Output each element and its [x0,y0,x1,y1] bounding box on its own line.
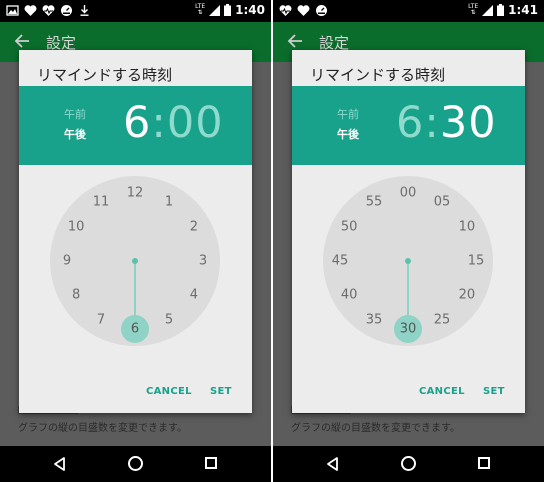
clock-number[interactable]: 2 [190,221,198,234]
battery-icon [224,4,232,16]
heart-notification-icon [297,5,310,16]
minute-display[interactable]: 30 [440,98,497,148]
settings-item-description: グラフの縦の目盛数を変更できます。 [18,423,187,434]
dialog-title: リマインドする時刻 [37,66,173,84]
battery-icon [497,4,505,16]
minute-display[interactable]: 00 [167,98,224,148]
time-header: 午前 午後 6:30 [292,86,525,165]
back-arrow-icon[interactable] [287,33,303,49]
clock-number[interactable]: 05 [434,196,451,209]
cancel-button[interactable]: CANCEL [146,386,192,397]
am-pm-selector: 午前 午後 [337,105,359,145]
network-indicator: LTE ⇅ [195,3,206,16]
clock-hand[interactable] [407,261,409,323]
clock-hand[interactable] [134,261,136,323]
clock-number[interactable]: 30 [400,323,417,336]
am-option[interactable]: 午前 [337,105,359,125]
cancel-button[interactable]: CANCEL [419,386,465,397]
clock-number[interactable]: 15 [468,255,485,268]
clock-number[interactable]: 25 [434,313,451,326]
hour-clock-face[interactable]: 12 1 2 3 4 5 6 7 8 9 10 11 [50,176,220,346]
time-header: 午前 午後 6:00 [19,86,252,165]
clock-number[interactable]: 35 [366,313,383,326]
clock-number[interactable]: 7 [97,313,105,326]
speedometer-notification-icon [316,5,327,16]
heart-rate-notification-icon [279,5,292,16]
status-bar: LTE ⇅ 1:40 [0,0,271,22]
hour-display[interactable]: 6 [396,98,424,148]
download-notification-icon [80,5,89,16]
dialog-title: リマインドする時刻 [310,66,446,84]
time-picker-dialog: リマインドする時刻 午前 午後 6:30 00 05 10 15 20 25 30 35 40 4… [292,50,525,413]
navigation-bar [0,446,271,482]
clock-center-dot [405,258,411,264]
clock-number[interactable]: 8 [72,289,80,302]
nav-back-icon[interactable] [52,456,68,472]
image-notification-icon [6,5,19,16]
time-display: 6:30 [396,96,497,150]
time-display: 6:00 [123,96,224,150]
am-pm-selector: 午前 午後 [64,105,86,145]
time-colon: : [151,98,167,148]
clock-number[interactable]: 40 [341,289,358,302]
clock-number[interactable]: 55 [366,196,383,209]
clock-number[interactable]: 10 [459,221,476,234]
clock-number[interactable]: 50 [341,221,358,234]
set-button[interactable]: SET [483,386,505,397]
navigation-bar [273,446,544,482]
time-colon: : [424,98,440,148]
pm-option[interactable]: 午後 [64,125,86,145]
clock-number[interactable]: 6 [131,323,139,336]
hour-display[interactable]: 6 [123,98,151,148]
nav-home-icon[interactable] [128,456,143,471]
phone-screen-left: LTE ⇅ 1:40 設定 グラフの縦の目盛数を変更できます。 リマインドする時刻… [0,0,271,482]
pm-option[interactable]: 午後 [337,125,359,145]
phone-screen-right: LTE ⇅ 1:41 設定 グラフの縦の目盛数を変更できます。 リマインドする時刻… [273,0,544,482]
clock-number[interactable]: 1 [165,196,173,209]
status-time: 1:40 [235,3,265,17]
clock-center-dot [132,258,138,264]
nav-back-icon[interactable] [325,456,341,472]
minute-clock-face[interactable]: 00 05 10 15 20 25 30 35 40 45 50 55 [323,176,493,346]
time-picker-dialog: リマインドする時刻 午前 午後 6:00 12 1 2 3 4 5 6 7 8 9 10 11 CAN… [19,50,252,413]
clock-number[interactable]: 5 [165,313,173,326]
clock-number[interactable]: 00 [400,187,417,200]
set-button[interactable]: SET [210,386,232,397]
status-time: 1:41 [508,3,538,17]
clock-number[interactable]: 12 [127,187,144,200]
nav-home-icon[interactable] [401,456,416,471]
clock-number[interactable]: 9 [63,255,71,268]
clock-number[interactable]: 3 [199,255,207,268]
settings-item-description: グラフの縦の目盛数を変更できます。 [291,423,460,434]
heart-rate-notification-icon [42,5,55,16]
am-option[interactable]: 午前 [64,105,86,125]
nav-recents-icon[interactable] [205,457,217,469]
back-arrow-icon[interactable] [14,33,30,49]
nav-recents-icon[interactable] [478,457,490,469]
clock-number[interactable]: 20 [459,289,476,302]
clock-number[interactable]: 4 [190,289,198,302]
signal-icon [209,4,221,16]
signal-icon [482,4,494,16]
status-bar: LTE ⇅ 1:41 [273,0,544,22]
clock-number[interactable]: 10 [68,221,85,234]
clock-number[interactable]: 11 [93,196,110,209]
network-indicator: LTE ⇅ [468,3,479,16]
speedometer-notification-icon [61,5,72,16]
clock-number[interactable]: 45 [332,255,349,268]
heart-notification-icon [24,5,37,16]
